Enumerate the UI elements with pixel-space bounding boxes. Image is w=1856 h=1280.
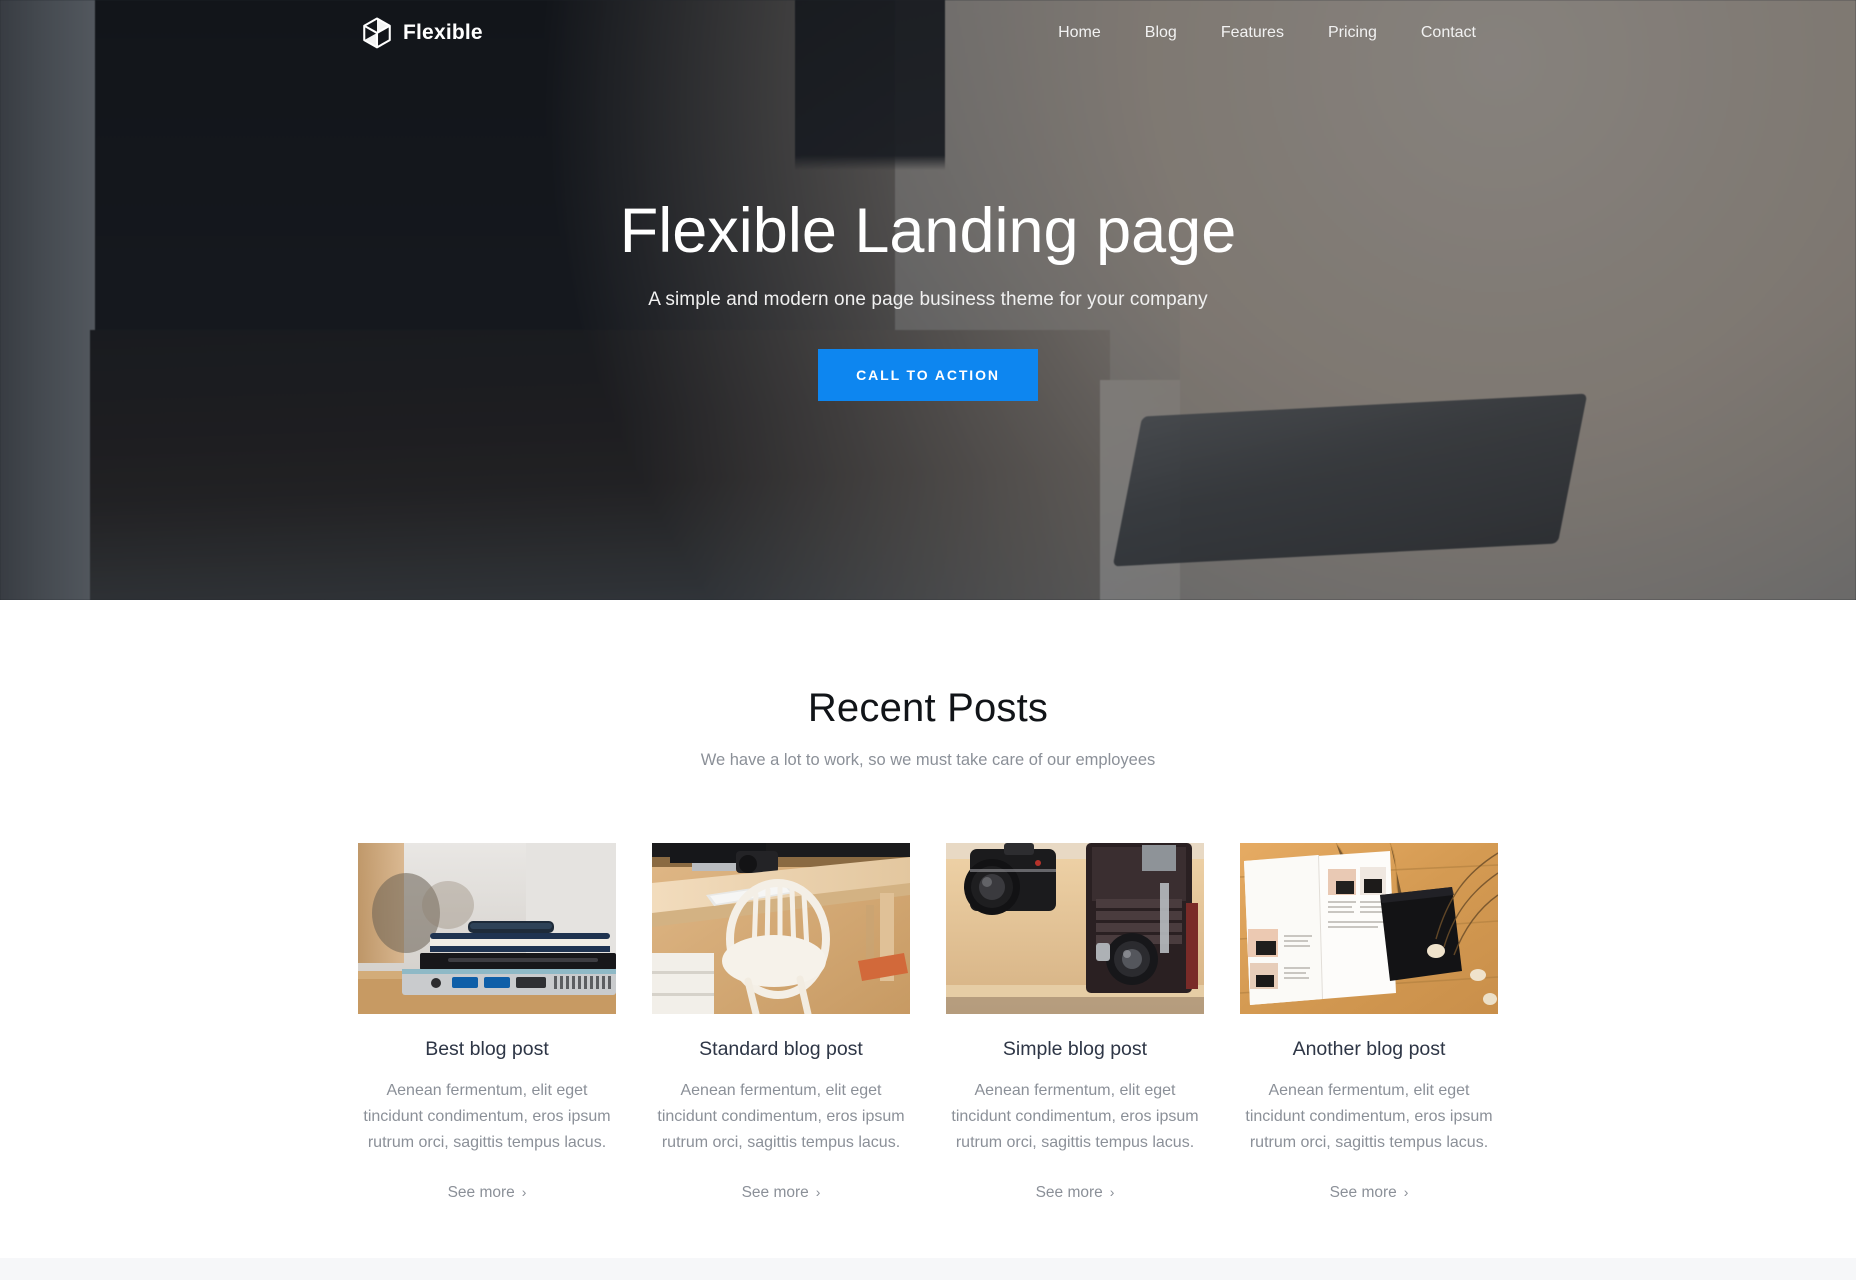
hero-cta-wrapper: CALL TO ACTION	[0, 348, 1856, 401]
post-card-excerpt: Aenean fermentum, elit eget tincidunt co…	[1245, 1082, 1493, 1151]
recent-posts-subtitle: We have a lot to work, so we must take c…	[700, 751, 1156, 769]
post-card: Best blog post Aenean fermentum, elit eg…	[358, 843, 616, 1202]
nav-link-pricing[interactable]: Pricing	[1306, 16, 1399, 50]
post-card-title: Best blog post	[425, 1038, 549, 1060]
post-card-excerpt: Aenean fermentum, elit eget tincidunt co…	[363, 1082, 611, 1151]
brand-name: Flexible	[403, 21, 483, 44]
chevron-right-icon: ›	[1403, 1183, 1409, 1200]
next-section-band	[0, 1258, 1856, 1280]
post-card-title: Simple blog post	[1002, 1038, 1148, 1060]
hero-section: Flexible Home Blog Features Pricing Cont…	[0, 0, 1856, 600]
see-more-link[interactable]: See more ›	[1036, 1184, 1115, 1201]
chevron-right-icon: ›	[1109, 1183, 1115, 1200]
see-more-label: See more	[741, 1183, 809, 1201]
brand-logo-link[interactable]: Flexible	[362, 17, 483, 49]
nav-links: Home Blog Features Pricing Contact	[1036, 16, 1498, 50]
hero-title: Flexible Landing page	[619, 196, 1237, 266]
nav-link-contact[interactable]: Contact	[1399, 16, 1498, 50]
post-card-more: See more ›	[652, 1184, 910, 1202]
see-more-label: See more	[1035, 1183, 1103, 1201]
post-card-title: Another blog post	[1292, 1038, 1446, 1060]
recent-posts-title: Recent Posts	[807, 686, 1049, 730]
hero-copy: Flexible Landing page A simple and moder…	[0, 196, 1856, 401]
nav-link-features[interactable]: Features	[1199, 16, 1306, 50]
nav-link-blog[interactable]: Blog	[1123, 16, 1199, 50]
post-card-excerpt: Aenean fermentum, elit eget tincidunt co…	[657, 1082, 905, 1151]
recent-posts-section: Recent Posts We have a lot to work, so w…	[0, 600, 1856, 1202]
post-card-more: See more ›	[1240, 1184, 1498, 1202]
post-card: Another blog post Aenean fermentum, elit…	[1240, 843, 1498, 1202]
call-to-action-button[interactable]: CALL TO ACTION	[818, 348, 1038, 401]
nav-item-contact[interactable]: Contact	[1399, 16, 1498, 50]
post-thumb-laptops[interactable]	[358, 843, 616, 1014]
see-more-label: See more	[447, 1183, 515, 1201]
nav-link-home[interactable]: Home	[1036, 16, 1123, 50]
post-card-title: Standard blog post	[699, 1038, 863, 1060]
chevron-right-icon: ›	[815, 1183, 821, 1200]
hero-subtitle: A simple and modern one page business th…	[648, 288, 1208, 310]
see-more-link[interactable]: See more ›	[1330, 1184, 1409, 1201]
nav-item-home[interactable]: Home	[1036, 16, 1123, 50]
post-thumb-desk-chair[interactable]	[652, 843, 910, 1014]
recent-posts-header: Recent Posts We have a lot to work, so w…	[0, 686, 1856, 770]
post-card-more: See more ›	[946, 1184, 1204, 1202]
chevron-right-icon: ›	[521, 1183, 527, 1200]
post-thumb-cameras[interactable]	[946, 843, 1204, 1014]
nav-item-blog[interactable]: Blog	[1123, 16, 1199, 50]
nav-item-pricing[interactable]: Pricing	[1306, 16, 1399, 50]
post-card-more: See more ›	[358, 1184, 616, 1202]
cube-logo-icon	[362, 17, 392, 49]
see-more-link[interactable]: See more ›	[448, 1184, 527, 1201]
post-card-grid: Best blog post Aenean fermentum, elit eg…	[358, 843, 1498, 1202]
post-card: Standard blog post Aenean fermentum, eli…	[652, 843, 910, 1202]
post-thumb-magazine[interactable]	[1240, 843, 1498, 1014]
top-navigation-bar: Flexible Home Blog Features Pricing Cont…	[0, 0, 1856, 66]
nav-item-features[interactable]: Features	[1199, 16, 1306, 50]
post-card-excerpt: Aenean fermentum, elit eget tincidunt co…	[951, 1082, 1199, 1151]
see-more-label: See more	[1329, 1183, 1397, 1201]
post-card: Simple blog post Aenean fermentum, elit …	[946, 843, 1204, 1202]
see-more-link[interactable]: See more ›	[742, 1184, 821, 1201]
